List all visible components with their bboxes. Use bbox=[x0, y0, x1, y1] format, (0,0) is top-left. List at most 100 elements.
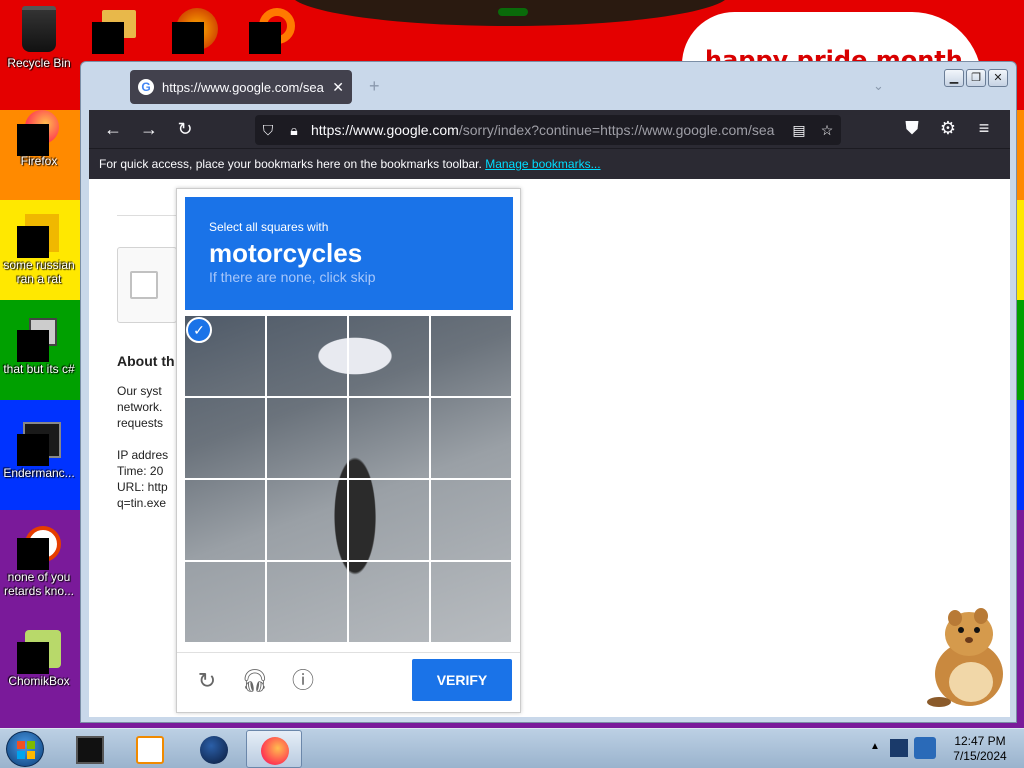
challenge-tile[interactable] bbox=[185, 398, 265, 478]
challenge-tile[interactable] bbox=[185, 480, 265, 560]
tile-image bbox=[267, 562, 347, 642]
challenge-tile[interactable] bbox=[349, 480, 429, 560]
recaptcha-checkbox[interactable] bbox=[130, 271, 158, 299]
windows-logo-icon bbox=[17, 741, 35, 759]
url-path: /sorry/index?continue=https://www.google… bbox=[458, 122, 775, 138]
audio-challenge-icon[interactable]: 🎧︎ bbox=[241, 667, 269, 695]
shield-icon[interactable]: ⛉ bbox=[255, 122, 281, 139]
tab-list-chevron-icon[interactable]: ⌄ bbox=[873, 78, 884, 94]
volume-icon[interactable] bbox=[914, 737, 936, 759]
lock-icon[interactable]: 🔒︎ bbox=[281, 122, 307, 139]
verify-button[interactable]: VERIFY bbox=[412, 659, 512, 701]
clock-time: 12:47 PM bbox=[954, 734, 1006, 748]
browser-toolbar: ← → ↻ ⛉ 🔒︎ https://www.google.com/sorry/… bbox=[89, 110, 1010, 148]
hamster-mascot bbox=[927, 608, 1003, 707]
page-content: About th Our syst network. requests IP a… bbox=[89, 179, 1010, 717]
sorry-line: Our syst bbox=[117, 384, 162, 398]
taskbar-app-firefox[interactable] bbox=[246, 730, 302, 768]
desktop-icon-media[interactable] bbox=[172, 8, 220, 56]
sorry-line: Time: 20 bbox=[117, 464, 164, 478]
network-icon[interactable] bbox=[890, 739, 908, 757]
google-favicon-icon: G bbox=[138, 79, 154, 95]
taskbar-app-media-player[interactable] bbox=[122, 730, 178, 768]
tile-image bbox=[431, 480, 511, 560]
reload-challenge-icon[interactable]: ↻ bbox=[193, 667, 221, 695]
challenge-tile[interactable] bbox=[431, 398, 511, 478]
desktop-icon-label: none of you retards kno... bbox=[3, 570, 75, 598]
tile-image bbox=[185, 398, 265, 478]
pocket-icon[interactable]: ⛊ bbox=[894, 110, 930, 146]
media-player-icon bbox=[136, 736, 164, 764]
challenge-tile[interactable] bbox=[349, 562, 429, 642]
tile-image bbox=[267, 480, 347, 560]
challenge-tile[interactable] bbox=[431, 480, 511, 560]
challenge-tile[interactable]: ✓ bbox=[185, 316, 265, 396]
back-button[interactable]: ← bbox=[95, 111, 131, 147]
challenge-tile[interactable] bbox=[431, 316, 511, 396]
taskbar: ▲ 12:47 PM 7/15/2024 bbox=[0, 728, 1024, 768]
desktop-icon-recycle-bin[interactable]: Recycle Bin bbox=[0, 6, 78, 70]
bookmark-star-icon[interactable]: ☆ bbox=[813, 122, 841, 139]
desktop-icon-endermanch[interactable]: Endermanc... bbox=[0, 422, 78, 480]
terminal-icon bbox=[17, 422, 61, 466]
desktop-icon-label: that but its c# bbox=[3, 362, 75, 376]
manage-bookmarks-link[interactable]: Manage bookmarks... bbox=[485, 157, 600, 171]
new-tab-button[interactable]: + bbox=[369, 76, 380, 97]
tile-image bbox=[349, 398, 429, 478]
hamster-app-icon bbox=[17, 630, 61, 674]
url-text[interactable]: https://www.google.com/sorry/index?conti… bbox=[307, 122, 785, 138]
close-window-button[interactable]: ✕ bbox=[988, 69, 1008, 87]
tile-image bbox=[185, 562, 265, 642]
menu-icon[interactable]: ≡ bbox=[966, 110, 1002, 146]
challenge-tile[interactable] bbox=[267, 480, 347, 560]
challenge-tile[interactable] bbox=[267, 398, 347, 478]
minimize-button[interactable]: ▁ bbox=[944, 69, 964, 87]
divider bbox=[117, 215, 177, 216]
close-icon[interactable]: ✕ bbox=[332, 79, 344, 96]
tray-expand-icon[interactable]: ▲ bbox=[870, 741, 880, 752]
desktop-icon-chomikbox[interactable]: ChomikBox bbox=[0, 630, 78, 688]
desktop-icon-none-of-you[interactable]: none of you retards kno... bbox=[0, 526, 78, 598]
challenge-tile[interactable] bbox=[267, 562, 347, 642]
tile-image bbox=[349, 480, 429, 560]
browser-tab[interactable]: G https://www.google.com/search ✕ bbox=[130, 70, 352, 104]
start-button[interactable] bbox=[6, 731, 44, 767]
desktop-icon-label: Endermanc... bbox=[3, 466, 75, 480]
toolbar-right: ⛊ ⚙ ≡ bbox=[894, 110, 1002, 146]
desktop-icon-russian-rat[interactable]: some russian ran a rat bbox=[0, 214, 78, 286]
sorry-page-text: About th Our syst network. requests IP a… bbox=[117, 353, 177, 511]
reload-button[interactable]: ↻ bbox=[167, 111, 203, 147]
challenge-tile[interactable] bbox=[349, 398, 429, 478]
recycle-bin-icon bbox=[22, 6, 56, 52]
taskbar-clock[interactable]: 12:47 PM 7/15/2024 bbox=[944, 734, 1016, 764]
challenge-tile[interactable] bbox=[431, 562, 511, 642]
taskbar-app-terminal[interactable] bbox=[62, 730, 118, 768]
tile-image bbox=[185, 480, 265, 560]
maximize-button[interactable]: ❐ bbox=[966, 69, 986, 87]
challenge-tile[interactable] bbox=[185, 562, 265, 642]
desktop-icon-app[interactable] bbox=[249, 8, 297, 56]
desktop-icon-label: Firefox bbox=[20, 154, 58, 168]
extensions-icon[interactable]: ⚙ bbox=[930, 110, 966, 146]
desktop-icon-label: Recycle Bin bbox=[7, 56, 71, 70]
document-icon bbox=[17, 214, 59, 258]
desktop-icon-folder[interactable] bbox=[92, 8, 140, 56]
info-icon[interactable]: ⓘ bbox=[289, 667, 317, 695]
recaptcha-challenge: Select all squares with motorcycles If t… bbox=[176, 188, 521, 713]
url-bar[interactable]: ⛉ 🔒︎ https://www.google.com/sorry/index?… bbox=[255, 115, 841, 145]
challenge-tile[interactable] bbox=[349, 316, 429, 396]
taskbar-app-globe[interactable] bbox=[186, 730, 242, 768]
desktop-icon-csharp[interactable]: that but its c# bbox=[0, 318, 78, 376]
challenge-instruction: Select all squares with bbox=[209, 220, 329, 234]
wallpaper-shape-detail bbox=[498, 8, 528, 16]
browser-window: ▁ ❐ ✕ G https://www.google.com/search ✕ … bbox=[80, 61, 1017, 723]
challenge-subtext: If there are none, click skip bbox=[209, 269, 376, 285]
challenge-tile[interactable] bbox=[267, 316, 347, 396]
forward-button[interactable]: → bbox=[131, 111, 167, 147]
bookmarks-toolbar: For quick access, place your bookmarks h… bbox=[89, 148, 1010, 179]
system-tray: ▲ bbox=[864, 729, 944, 768]
desktop-icon-firefox[interactable]: Firefox bbox=[0, 110, 78, 168]
globe-icon bbox=[200, 736, 228, 764]
reader-view-icon[interactable]: ▤ bbox=[785, 122, 813, 139]
sorry-heading: About th bbox=[117, 353, 175, 369]
